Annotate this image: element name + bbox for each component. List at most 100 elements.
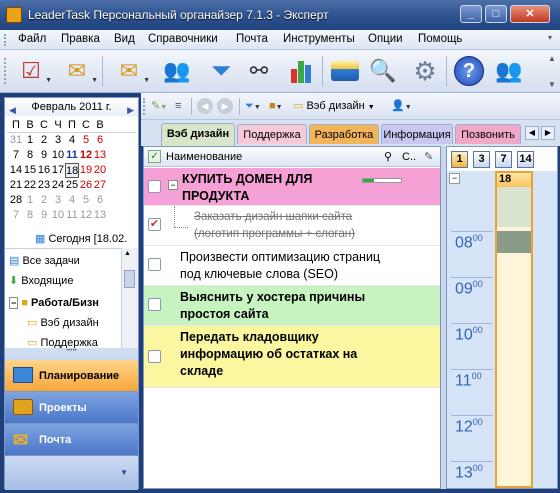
filter-button[interactable]: ⏷	[204, 54, 238, 88]
menu-file[interactable]: Файл	[18, 33, 46, 45]
calendar-day[interactable]: 4	[65, 193, 79, 208]
menu-view[interactable]: Вид	[114, 33, 135, 45]
menu-help[interactable]: Помощь	[418, 33, 462, 45]
calendar-day[interactable]: 25	[65, 178, 79, 193]
tree-scrollbar[interactable]: ▲	[121, 248, 138, 348]
calendar-day[interactable]: 10	[51, 208, 65, 223]
project-selector[interactable]: ▭ Вэб дизайн ▼	[293, 98, 375, 115]
today-link[interactable]: ▦ Сегодня [18.02.	[35, 232, 127, 245]
calendar-day[interactable]: 28	[9, 193, 23, 208]
forward-button[interactable]: ▶	[217, 98, 233, 114]
expand-minus-icon[interactable]: −	[9, 297, 19, 309]
tab-call[interactable]: Позвонить	[455, 124, 521, 144]
calendar-day[interactable]: 20	[93, 163, 107, 178]
calendar-day[interactable]: 23	[37, 178, 51, 193]
pane-mail[interactable]: ✉ Почта	[5, 424, 138, 456]
tree-item-all-tasks[interactable]: ▤ Все задачи	[5, 251, 123, 271]
menu-overflow-icon[interactable]: ▾	[548, 33, 552, 42]
calendar-month-label[interactable]: Февраль 2011 г.	[31, 101, 111, 113]
users-button[interactable]: 👥	[492, 54, 526, 88]
calendar-day[interactable]: 1	[23, 193, 37, 208]
calendar-day[interactable]: 19	[79, 163, 93, 178]
task-row[interactable]: Выяснить у хостера причины простоя сайта	[144, 286, 440, 326]
task-checkbox[interactable]	[148, 298, 161, 311]
tree-item-work-business[interactable]: − ■ Работа/Бизн	[5, 293, 123, 313]
calendar-day[interactable]: 15	[23, 163, 37, 178]
calendar-day[interactable]: 8	[23, 148, 37, 163]
task-checkbox[interactable]	[148, 258, 161, 271]
calendar-day[interactable]: 9	[37, 148, 51, 163]
filter-dropdown-icon[interactable]: ⏷▼	[245, 98, 261, 115]
task-edit-icon[interactable]: ✎▼	[151, 98, 167, 115]
tabs-scroll-right-icon[interactable]: ▶	[541, 126, 555, 140]
calendar-day[interactable]: 5	[79, 193, 93, 208]
help-button[interactable]: ?	[452, 54, 486, 88]
toolbar-overflow-icon[interactable]: ▲	[548, 54, 556, 63]
edit-columns-icon[interactable]: ✎	[424, 147, 433, 167]
task-row[interactable]: Передать кладовщику информацию об остатк…	[144, 326, 440, 388]
toolbar-overflow-down-icon[interactable]: ▼	[548, 80, 556, 89]
next-month-icon[interactable]: ▶	[127, 101, 134, 119]
task-title[interactable]: Произвести оптимизацию страниц под ключе…	[180, 249, 400, 283]
menu-options[interactable]: Опции	[368, 33, 403, 45]
calendar-day[interactable]: 11	[65, 208, 79, 223]
calendar-day[interactable]: 18	[65, 163, 79, 178]
new-mail-button[interactable]: ✉ ▼	[60, 54, 98, 88]
task-title[interactable]: КУПИТЬ ДОМЕН ДЛЯ ПРОДУКТА	[182, 171, 382, 205]
task-title[interactable]: Выяснить у хостера причины простоя сайта	[180, 289, 400, 323]
calendar-day[interactable]: 16	[37, 163, 51, 178]
calendar-day[interactable]: 8	[23, 208, 37, 223]
column-header-name[interactable]: Наименование	[166, 147, 242, 167]
calendar-day[interactable]: 6	[93, 133, 107, 148]
scroll-thumb[interactable]	[124, 270, 135, 288]
search-icon[interactable]: ⚲	[384, 147, 392, 167]
calendar-day[interactable]: 2	[37, 193, 51, 208]
calendar-day[interactable]: 12	[79, 208, 93, 223]
new-task-button[interactable]: ☑ ▼	[14, 54, 52, 88]
tabs-scroll-left-icon[interactable]: ◀	[525, 126, 539, 140]
column-header-c[interactable]: С..	[402, 147, 416, 167]
menu-tools[interactable]: Инструменты	[283, 33, 355, 45]
task-title[interactable]: Передать кладовщику информацию об остатк…	[180, 329, 400, 380]
tab-support[interactable]: Поддержка	[237, 124, 307, 144]
calendar-day[interactable]: 1	[23, 133, 37, 148]
pane-planning[interactable]: Планирование	[5, 360, 138, 392]
reports-button[interactable]	[284, 54, 318, 88]
calendar-day[interactable]: 9	[37, 208, 51, 223]
calendar-day[interactable]: 5	[79, 133, 93, 148]
task-checkbox[interactable]	[148, 350, 161, 363]
calendar-day[interactable]: 24	[51, 178, 65, 193]
close-button[interactable]: ✕	[510, 5, 550, 23]
calendar-day[interactable]: 14	[9, 163, 23, 178]
menu-directories[interactable]: Справочники	[148, 33, 218, 45]
calendar-day[interactable]: 7	[9, 208, 23, 223]
tree-item-web-design[interactable]: ▭ Вэб дизайн	[5, 313, 123, 333]
task-checkbox[interactable]: ✔	[148, 218, 161, 231]
calendar-day[interactable]: 27	[93, 178, 107, 193]
print-button[interactable]	[328, 54, 362, 88]
assignee-dropdown-icon[interactable]: 👤▼	[391, 98, 412, 115]
tab-information[interactable]: Информация	[381, 124, 453, 144]
configure-panes-icon[interactable]: ▼	[120, 468, 128, 477]
task-row[interactable]: ✔ Заказать дизайн шапки сайта (логотип пр…	[144, 206, 440, 246]
calendar-day[interactable]: 2	[37, 133, 51, 148]
contacts-button[interactable]: 👥	[160, 54, 194, 88]
menu-edit[interactable]: Правка	[61, 33, 100, 45]
calendar-day[interactable]: 11	[65, 148, 79, 163]
calendar-day[interactable]: 3	[51, 193, 65, 208]
calendar-day[interactable]: 12	[79, 148, 93, 163]
calendar-day[interactable]: 17	[51, 163, 65, 178]
send-receive-button[interactable]: ✉ ▼	[112, 54, 150, 88]
print-preview-button[interactable]: 🔍	[366, 54, 400, 88]
splitter-handle[interactable]: •••••	[5, 348, 138, 356]
calendar-day[interactable]: 7	[9, 148, 23, 163]
calendar-day[interactable]: 22	[23, 178, 37, 193]
calendar-day[interactable]: 4	[65, 133, 79, 148]
back-button[interactable]: ◀	[197, 98, 213, 114]
calendar-day[interactable]: 21	[9, 178, 23, 193]
menu-mail[interactable]: Почта	[236, 33, 268, 45]
tab-web-design[interactable]: Вэб дизайн	[161, 123, 235, 146]
select-all-checkbox[interactable]: ✓	[148, 150, 161, 163]
calendar-day[interactable]: 26	[79, 178, 93, 193]
maximize-button[interactable]: □	[485, 5, 507, 23]
